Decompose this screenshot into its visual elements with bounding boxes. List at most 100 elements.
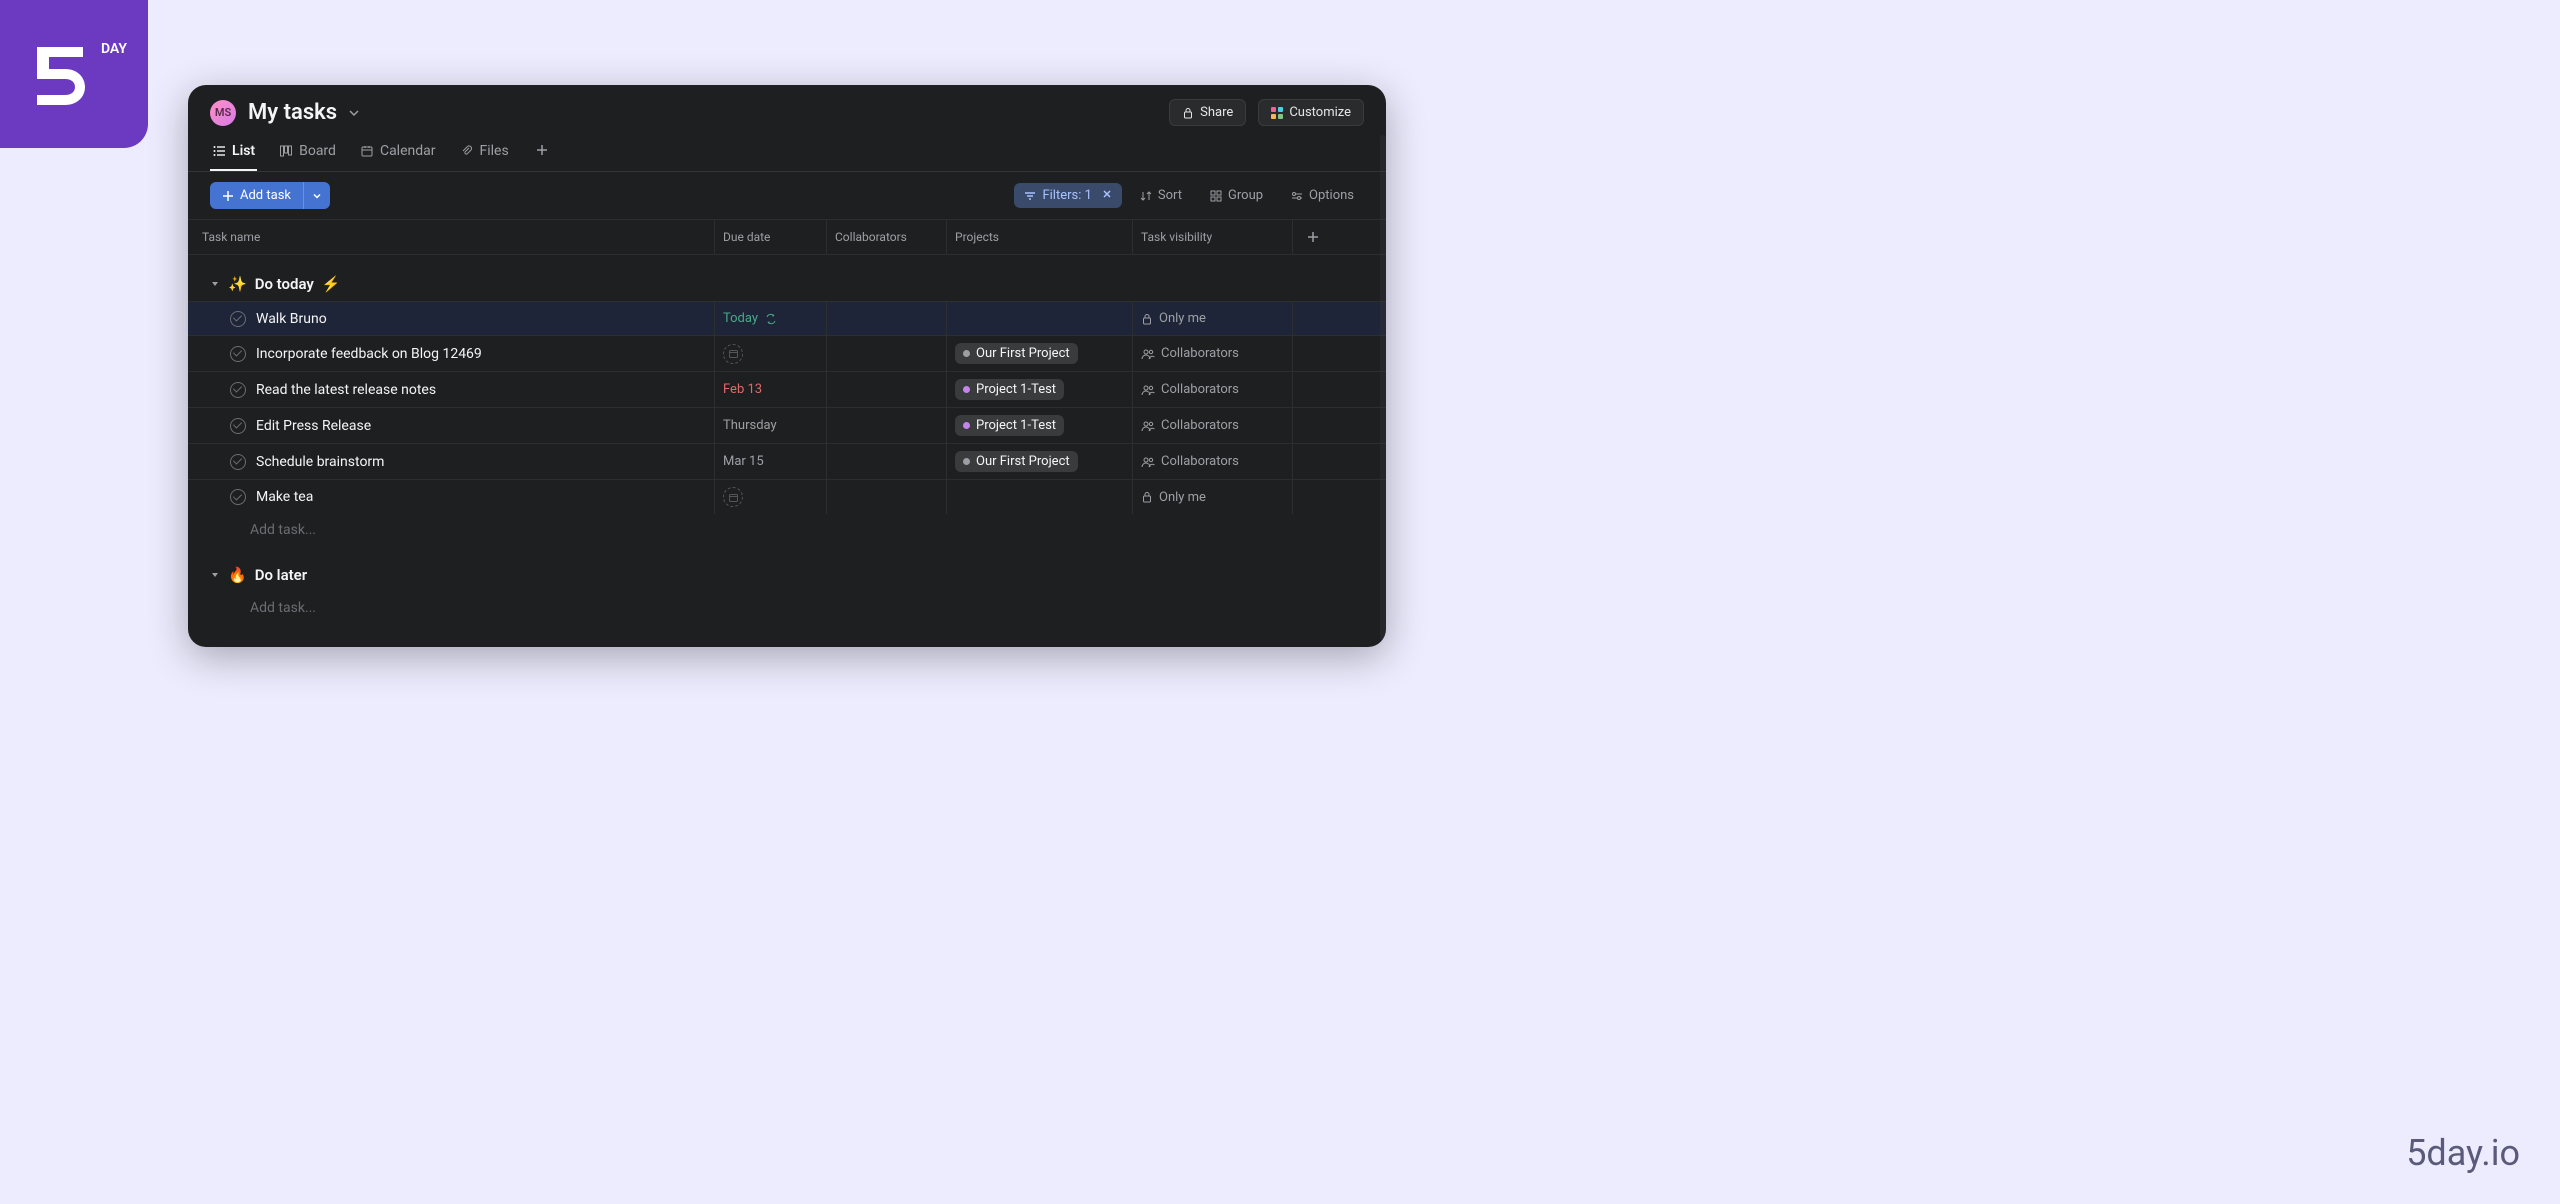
section-caret-icon	[210, 566, 220, 584]
options-icon	[1291, 190, 1303, 202]
calendar-icon	[728, 348, 739, 359]
due-date-value[interactable]: Today	[723, 311, 758, 326]
tab-list[interactable]: List	[210, 137, 257, 171]
complete-checkbox[interactable]	[230, 454, 246, 470]
due-date-cell[interactable]	[714, 336, 826, 371]
chevron-down-icon	[347, 106, 361, 120]
due-date-cell[interactable]: Mar 15	[714, 444, 826, 479]
column-due-date[interactable]: Due date	[714, 220, 826, 254]
add-task-button[interactable]: Add task	[210, 182, 303, 209]
group-button[interactable]: Group	[1200, 183, 1273, 208]
task-row[interactable]: Schedule brainstorm Mar 15 Our First Proje…	[188, 443, 1386, 479]
sort-icon	[1140, 190, 1152, 202]
tab-calendar[interactable]: Calendar	[358, 137, 438, 171]
add-task-inline[interactable]: Add task...	[188, 514, 1386, 546]
collaborators-cell[interactable]	[826, 336, 946, 371]
visibility-cell[interactable]: Only me	[1132, 480, 1292, 514]
due-date-cell[interactable]	[714, 480, 826, 514]
scrollbar[interactable]	[1380, 135, 1386, 641]
task-cell[interactable]: Edit Press Release	[188, 408, 714, 443]
watermark-text: 5day.io	[2406, 1132, 2520, 1174]
task-row[interactable]: Edit Press Release Thursday Project 1-Test…	[188, 407, 1386, 443]
complete-checkbox[interactable]	[230, 311, 246, 327]
customize-grid-icon	[1271, 107, 1283, 119]
collaborators-cell[interactable]	[826, 444, 946, 479]
visibility-value: Collaborators	[1161, 418, 1239, 433]
projects-cell[interactable]: Our First Project	[946, 336, 1132, 371]
task-cell[interactable]: Read the latest release notes	[188, 372, 714, 407]
column-projects[interactable]: Projects	[946, 220, 1132, 254]
visibility-cell[interactable]: Only me	[1132, 302, 1292, 335]
task-row[interactable]: Read the latest release notes Feb 13 Proje…	[188, 371, 1386, 407]
task-name: Walk Bruno	[256, 311, 327, 327]
task-cell[interactable]: Schedule brainstorm	[188, 444, 714, 479]
share-button[interactable]: Share	[1169, 99, 1246, 126]
tab-board[interactable]: Board	[277, 137, 338, 171]
visibility-cell[interactable]: Collaborators	[1132, 444, 1292, 479]
add-task-label: Add task	[240, 188, 291, 203]
due-date-cell[interactable]: Thursday	[714, 408, 826, 443]
section-header[interactable]: 🔥Do later	[188, 546, 1386, 592]
toolbar-row: Add task Filters: 1 Sort Group Options	[188, 172, 1386, 219]
task-row[interactable]: Incorporate feedback on Blog 12469 Our Fi…	[188, 335, 1386, 371]
project-chip[interactable]: Our First Project	[955, 343, 1078, 364]
recurring-icon	[764, 312, 778, 326]
due-date-placeholder[interactable]	[723, 344, 743, 364]
header-row: MS My tasks Share Customize	[188, 85, 1386, 132]
brand-logo-badge: DAY	[0, 0, 148, 148]
due-date-value[interactable]: Feb 13	[723, 382, 762, 397]
column-add-button[interactable]	[1292, 220, 1386, 254]
filters-label: Filters: 1	[1042, 188, 1091, 203]
task-row[interactable]: Walk Bruno Today Only me	[188, 301, 1386, 335]
avatar[interactable]: MS	[210, 100, 236, 126]
complete-checkbox[interactable]	[230, 489, 246, 505]
due-date-cell[interactable]: Feb 13	[714, 372, 826, 407]
share-label: Share	[1200, 105, 1233, 120]
tab-add-button[interactable]	[531, 136, 553, 171]
filters-button[interactable]: Filters: 1	[1014, 183, 1121, 208]
plus-icon	[1307, 231, 1319, 243]
due-date-value[interactable]: Thursday	[723, 418, 777, 433]
complete-checkbox[interactable]	[230, 346, 246, 362]
task-cell[interactable]: Incorporate feedback on Blog 12469	[188, 336, 714, 371]
project-chip[interactable]: Project 1-Test	[955, 379, 1064, 400]
project-chip[interactable]: Our First Project	[955, 451, 1078, 472]
collaborators-cell[interactable]	[826, 302, 946, 335]
projects-cell[interactable]	[946, 480, 1132, 514]
section-emoji-suffix: ⚡	[322, 275, 341, 293]
section-header[interactable]: ✨Do today⚡	[188, 255, 1386, 301]
complete-checkbox[interactable]	[230, 418, 246, 434]
tab-files-label: Files	[480, 143, 509, 159]
project-chip[interactable]: Project 1-Test	[955, 415, 1064, 436]
task-row[interactable]: Make tea Only me	[188, 479, 1386, 514]
complete-checkbox[interactable]	[230, 382, 246, 398]
projects-cell[interactable]	[946, 302, 1132, 335]
task-cell[interactable]: Walk Bruno	[188, 302, 714, 335]
visibility-cell[interactable]: Collaborators	[1132, 336, 1292, 371]
projects-cell[interactable]: Project 1-Test	[946, 408, 1132, 443]
sort-button[interactable]: Sort	[1130, 183, 1192, 208]
customize-button[interactable]: Customize	[1258, 99, 1364, 126]
filters-clear-button[interactable]	[1102, 188, 1112, 203]
projects-cell[interactable]: Project 1-Test	[946, 372, 1132, 407]
section-name: Do today	[255, 275, 314, 293]
projects-cell[interactable]: Our First Project	[946, 444, 1132, 479]
task-cell[interactable]: Make tea	[188, 480, 714, 514]
column-collaborators[interactable]: Collaborators	[826, 220, 946, 254]
due-date-cell[interactable]: Today	[714, 302, 826, 335]
column-visibility[interactable]: Task visibility	[1132, 220, 1292, 254]
due-date-placeholder[interactable]	[723, 487, 743, 507]
collaborators-cell[interactable]	[826, 372, 946, 407]
visibility-cell[interactable]: Collaborators	[1132, 408, 1292, 443]
row-end-cell	[1292, 372, 1386, 407]
due-date-value[interactable]: Mar 15	[723, 454, 764, 469]
collaborators-cell[interactable]	[826, 480, 946, 514]
visibility-cell[interactable]: Collaborators	[1132, 372, 1292, 407]
add-task-dropdown[interactable]	[303, 182, 330, 209]
tab-files[interactable]: Files	[458, 137, 511, 171]
collaborators-cell[interactable]	[826, 408, 946, 443]
column-task-name[interactable]: Task name	[188, 220, 714, 254]
add-task-inline[interactable]: Add task...	[188, 592, 1386, 624]
options-button[interactable]: Options	[1281, 183, 1364, 208]
title-dropdown[interactable]	[347, 106, 361, 120]
